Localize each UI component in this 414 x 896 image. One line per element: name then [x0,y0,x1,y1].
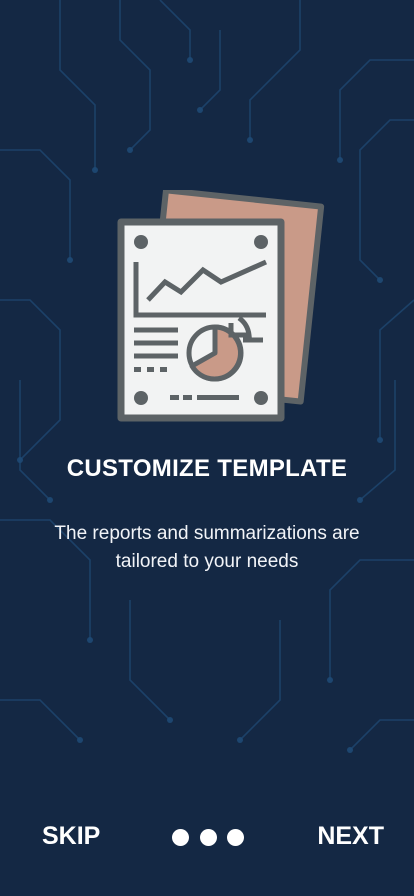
page-indicator-dot[interactable] [172,828,189,846]
circuit-background [0,0,414,753]
skip-button[interactable]: SKIP [42,822,100,851]
onboarding-screen: CUSTOMIZE TEMPLATE The reports and summa… [0,0,414,896]
next-button[interactable]: NEXT [317,822,384,851]
page-indicator [172,828,244,846]
page-indicator-dot[interactable] [227,828,244,846]
report-chart-icon [117,190,325,422]
page-indicator-dot[interactable] [199,828,217,846]
onboarding-description: The reports and summarizations are tailo… [54,523,360,572]
onboarding-title: CUSTOMIZE TEMPLATE [66,455,348,482]
